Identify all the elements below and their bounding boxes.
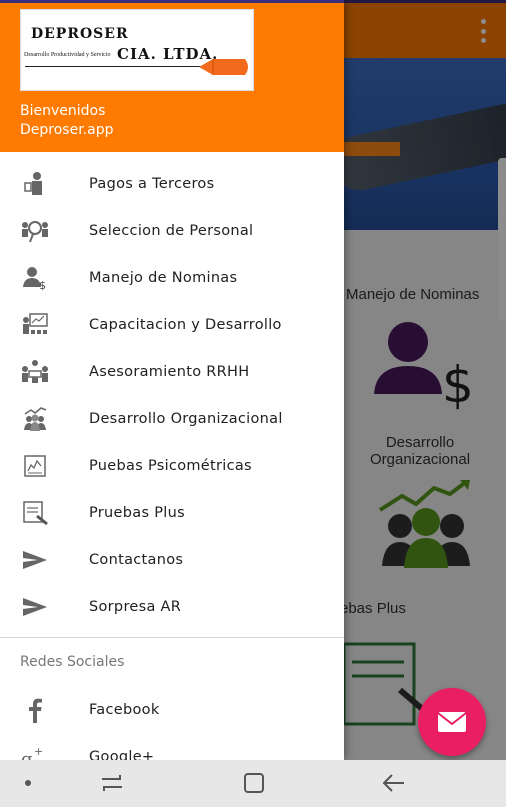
company-logo: DEPROSER Desarrollo Productividad y Serv… [20, 9, 254, 91]
nav-dot-button[interactable] [8, 768, 48, 798]
envelope-icon [437, 712, 467, 732]
menu-label: Pagos a Terceros [89, 175, 215, 192]
svg-text:g: g [21, 749, 33, 760]
menu-item-facebook[interactable]: Facebook [0, 686, 344, 733]
menu-label: Puebas Psicométricas [89, 457, 252, 474]
svg-text:+: + [34, 745, 43, 758]
nav-back-button[interactable] [374, 768, 414, 798]
growth-team-icon [20, 404, 50, 434]
facebook-icon [20, 695, 50, 725]
menu-item-pruebas-plus[interactable]: Pruebas Plus [0, 489, 344, 536]
svg-text:$: $ [39, 279, 46, 291]
chart-board-icon [20, 451, 50, 481]
menu-item-nominas[interactable]: $ Manejo de Nominas [0, 254, 344, 301]
navigation-drawer: DEPROSER Desarrollo Productividad y Serv… [0, 0, 344, 760]
welcome-text: Bienvenidos [20, 103, 106, 119]
nav-recents-button[interactable] [92, 768, 132, 798]
meeting-icon [20, 357, 50, 387]
document-pen-icon [20, 498, 50, 528]
menu-item-pagos[interactable]: Pagos a Terceros [0, 160, 344, 207]
menu-label: Seleccion de Personal [89, 222, 254, 239]
back-icon [382, 774, 404, 792]
menu-label: Google+ [89, 748, 155, 761]
presentation-icon [20, 310, 50, 340]
menu-label: Desarrollo Organizacional [89, 410, 283, 427]
person-pay-icon [20, 169, 50, 199]
menu-label: Pruebas Plus [89, 504, 185, 521]
menu-item-capacitacion[interactable]: Capacitacion y Desarrollo [0, 301, 344, 348]
google-plus-icon: g + [20, 742, 50, 760]
logo-subtitle: Desarrollo Productividad y Servicio [24, 52, 111, 58]
logo-title: DEPROSER [31, 26, 129, 42]
logo-line [25, 66, 205, 67]
menu-item-asesoramiento[interactable]: Asesoramiento RRHH [0, 348, 344, 395]
menu-item-psicometricas[interactable]: Puebas Psicométricas [0, 442, 344, 489]
nav-home-button[interactable] [234, 768, 274, 798]
recents-icon [102, 775, 122, 791]
pencil-icon [199, 59, 248, 75]
dot-icon [25, 780, 31, 786]
social-section-header: Redes Sociales [20, 654, 125, 670]
person-dollar-icon: $ [20, 263, 50, 293]
menu-label: Asesoramiento RRHH [89, 363, 250, 380]
people-search-icon [20, 216, 50, 246]
drawer-header: DEPROSER Desarrollo Productividad y Serv… [0, 0, 344, 152]
menu-label: Sorpresa AR [89, 598, 182, 615]
menu-divider [0, 637, 344, 638]
menu-item-desarrollo[interactable]: Desarrollo Organizacional [0, 395, 344, 442]
menu-label: Facebook [89, 701, 160, 718]
menu-label: Manejo de Nominas [89, 269, 238, 286]
email-fab-button[interactable] [418, 688, 486, 756]
menu-item-sorpresa-ar[interactable]: Sorpresa AR [0, 583, 344, 630]
menu-label: Contactanos [89, 551, 184, 568]
menu-label: Capacitacion y Desarrollo [89, 316, 282, 333]
site-text: Deproser.app [20, 122, 114, 138]
send-icon [20, 592, 50, 622]
drawer-menu: Pagos a Terceros Seleccion de Personal $… [0, 160, 344, 630]
social-menu: Facebook g + Google+ [0, 686, 344, 760]
home-icon [244, 773, 264, 793]
menu-item-google-plus[interactable]: g + Google+ [0, 733, 344, 760]
send-icon [20, 545, 50, 575]
menu-item-seleccion[interactable]: Seleccion de Personal [0, 207, 344, 254]
menu-item-contactanos[interactable]: Contactanos [0, 536, 344, 583]
system-nav-bar [0, 760, 506, 807]
